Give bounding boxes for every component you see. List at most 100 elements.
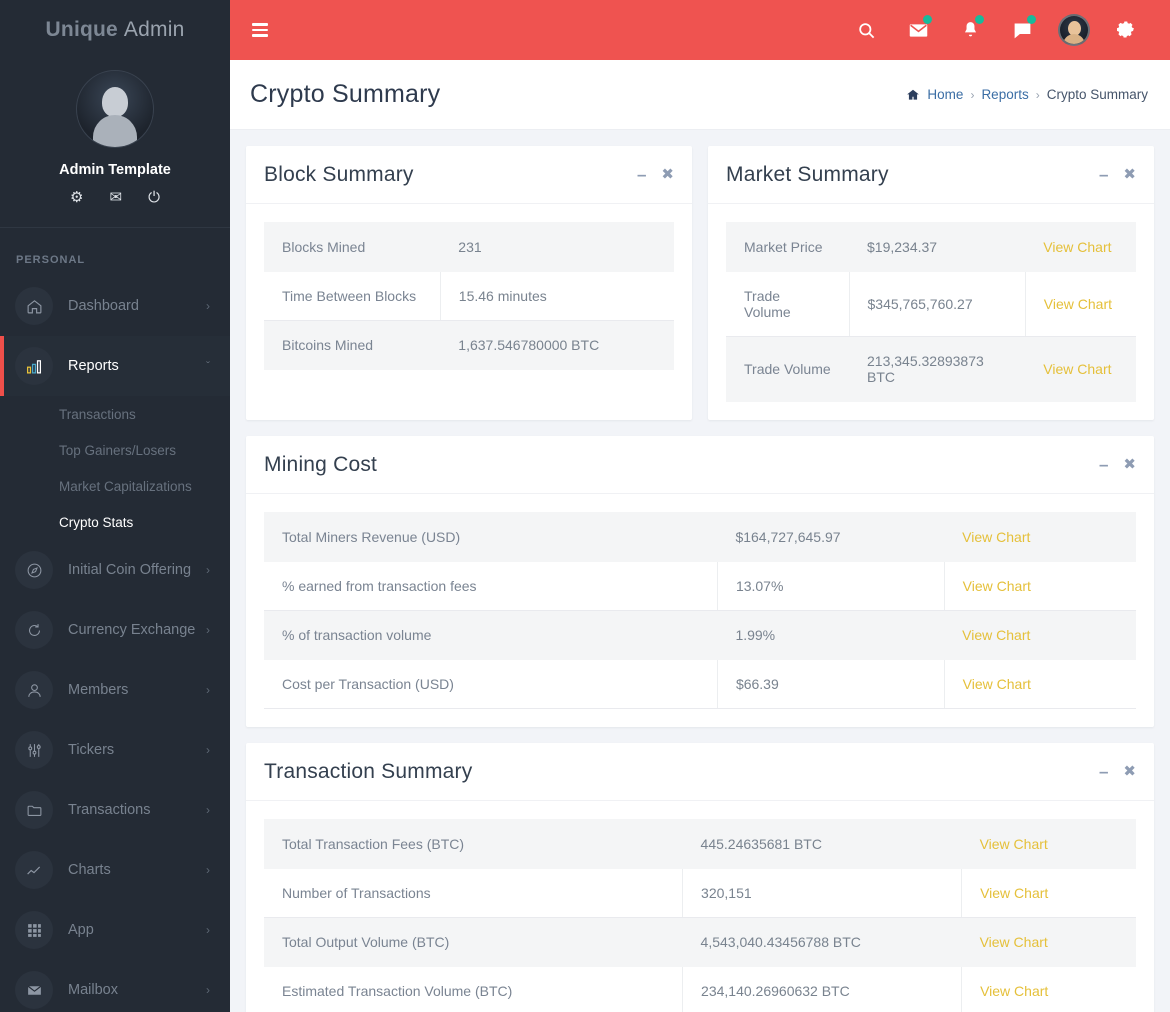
brand-light: Admin: [123, 18, 185, 41]
view-chart-link[interactable]: View Chart: [962, 627, 1030, 643]
table-row: Blocks Mined 231: [264, 222, 674, 272]
sidebar-item-mailbox[interactable]: Mailbox ›: [0, 960, 230, 1012]
sidebar-item-app[interactable]: App ›: [0, 900, 230, 960]
table-row: Trade Volume 213,345.32893873 BTC View C…: [726, 336, 1136, 402]
row-value: 234,140.26960632 BTC: [682, 966, 962, 1012]
sidebar-section-label: PERSONAL: [16, 254, 86, 266]
row-value: 445.24635681 BTC: [682, 819, 962, 869]
power-icon[interactable]: ⏻: [148, 190, 160, 205]
row-link-cell: View Chart: [961, 868, 1136, 918]
line-chart-icon: [15, 851, 53, 889]
settings-icon[interactable]: ⚙: [70, 190, 83, 205]
breadcrumb-reports[interactable]: Reports: [981, 87, 1028, 102]
chevron-right-icon: ›: [206, 983, 210, 997]
profile-actions: ⚙ ✉ ⏻: [0, 190, 230, 205]
sidebar-item-initial-coin-offering[interactable]: Initial Coin Offering ›: [0, 540, 230, 600]
row-value: 4,543,040.43456788 BTC: [682, 917, 962, 967]
row-label: Total Transaction Fees (BTC): [264, 819, 683, 869]
view-chart-link[interactable]: View Chart: [963, 676, 1031, 692]
card-body: Total Miners Revenue (USD) $164,727,645.…: [246, 494, 1154, 727]
sidebar-subitem-market-capitalizations[interactable]: Market Capitalizations: [0, 468, 230, 504]
sidebar-item-label: App: [68, 922, 94, 938]
view-chart-link[interactable]: View Chart: [980, 836, 1048, 852]
minimize-icon[interactable]: –: [1099, 456, 1109, 473]
mail-icon[interactable]: ✉: [110, 190, 123, 205]
minimize-icon[interactable]: –: [1099, 166, 1109, 183]
close-icon[interactable]: ✖: [661, 167, 674, 182]
chevron-right-icon: ›: [206, 923, 210, 937]
top-header: [230, 0, 1170, 60]
chevron-right-icon: ›: [206, 563, 210, 577]
brand-logo[interactable]: Unique Admin: [0, 0, 230, 60]
sidebar-item-currency-exchange[interactable]: Currency Exchange ›: [0, 600, 230, 660]
chevron-right-icon: ›: [206, 863, 210, 877]
bar-chart-icon: [15, 347, 53, 385]
row-value: 1.99%: [717, 610, 945, 660]
sidebar-subitem-crypto-stats[interactable]: Crypto Stats: [0, 504, 230, 540]
grid-icon: [15, 911, 53, 949]
row-label: Cost per Transaction (USD): [264, 659, 718, 709]
table-row: % of transaction volume 1.99% View Chart: [264, 610, 1136, 660]
row-label: Estimated Transaction Volume (BTC): [264, 966, 683, 1012]
card-header: Transaction Summary – ✖: [246, 743, 1154, 801]
sidebar-item-transactions[interactable]: Transactions ›: [0, 780, 230, 840]
card-body: Blocks Mined 231 Time Between Blocks 15.…: [246, 204, 692, 388]
hamburger-menu-icon[interactable]: [230, 23, 286, 37]
view-chart-link[interactable]: View Chart: [1043, 361, 1111, 377]
view-chart-link[interactable]: View Chart: [980, 885, 1048, 901]
envelope-icon: [15, 971, 53, 1009]
view-chart-link[interactable]: View Chart: [1043, 239, 1111, 255]
chat-icon[interactable]: [996, 0, 1048, 60]
close-icon[interactable]: ✖: [1123, 764, 1136, 779]
market-summary-table: Market Price $19,234.37 View Chart Trade…: [726, 222, 1136, 402]
view-chart-link[interactable]: View Chart: [980, 934, 1048, 950]
card-body: Market Price $19,234.37 View Chart Trade…: [708, 204, 1154, 420]
table-row: Total Transaction Fees (BTC) 445.2463568…: [264, 819, 1136, 869]
sidebar-item-tickers[interactable]: Tickers ›: [0, 720, 230, 780]
breadcrumb-home[interactable]: Home: [927, 87, 963, 102]
row-value: $164,727,645.97: [717, 512, 945, 562]
close-icon[interactable]: ✖: [1123, 457, 1136, 472]
sidebar-subitem-top-gainers-losers[interactable]: Top Gainers/Losers: [0, 432, 230, 468]
breadcrumb-separator: ›: [970, 87, 975, 102]
sidebar-item-reports[interactable]: Reports ˇ: [0, 336, 230, 396]
view-chart-link[interactable]: View Chart: [1044, 296, 1112, 312]
card-title: Mining Cost: [264, 452, 378, 476]
sidebar-item-charts[interactable]: Charts ›: [0, 840, 230, 900]
card-title: Market Summary: [726, 162, 889, 186]
view-chart-link[interactable]: View Chart: [963, 578, 1031, 594]
sidebar-item-members[interactable]: Members ›: [0, 660, 230, 720]
chevron-right-icon: ›: [206, 299, 210, 313]
row-link-cell: View Chart: [961, 819, 1136, 869]
chevron-right-icon: ›: [206, 623, 210, 637]
row-link-cell: View Chart: [944, 610, 1136, 660]
card-transaction-summary: Transaction Summary – ✖ Total Transactio…: [246, 743, 1154, 1012]
table-row: Bitcoins Mined 1,637.546780000 BTC: [264, 320, 674, 370]
sidebar-subitem-transactions[interactable]: Transactions: [0, 396, 230, 432]
user-avatar[interactable]: [1048, 0, 1100, 60]
sliders-icon: [15, 731, 53, 769]
table-row: Time Between Blocks 15.46 minutes: [264, 271, 674, 321]
row-label: Total Output Volume (BTC): [264, 917, 683, 967]
row-label: % of transaction volume: [264, 610, 718, 660]
minimize-icon[interactable]: –: [1099, 763, 1109, 780]
bell-icon[interactable]: [944, 0, 996, 60]
page-header: Crypto Summary Home › Reports › Crypto S…: [230, 60, 1170, 130]
sidebar-item-label: Initial Coin Offering: [68, 562, 192, 578]
view-chart-link[interactable]: View Chart: [980, 983, 1048, 999]
table-row: Estimated Transaction Volume (BTC) 234,1…: [264, 966, 1136, 1012]
gear-icon[interactable]: [1100, 0, 1152, 60]
sidebar-item-label: Tickers: [68, 742, 115, 758]
close-icon[interactable]: ✖: [1123, 167, 1136, 182]
sidebar-item-label: Currency Exchange: [68, 622, 196, 638]
home-icon: [15, 287, 53, 325]
minimize-icon[interactable]: –: [637, 166, 647, 183]
view-chart-link[interactable]: View Chart: [962, 529, 1030, 545]
sidebar-item-dashboard[interactable]: Dashboard ›: [0, 276, 230, 336]
search-icon[interactable]: [840, 0, 892, 60]
mail-icon[interactable]: [892, 0, 944, 60]
sidebar-item-label: Members: [68, 682, 129, 698]
sidebar-item-label: Dashboard: [68, 298, 139, 314]
row-value: 231: [440, 222, 674, 272]
card-block-summary: Block Summary – ✖ Blocks Mined 231 Time …: [246, 146, 692, 420]
